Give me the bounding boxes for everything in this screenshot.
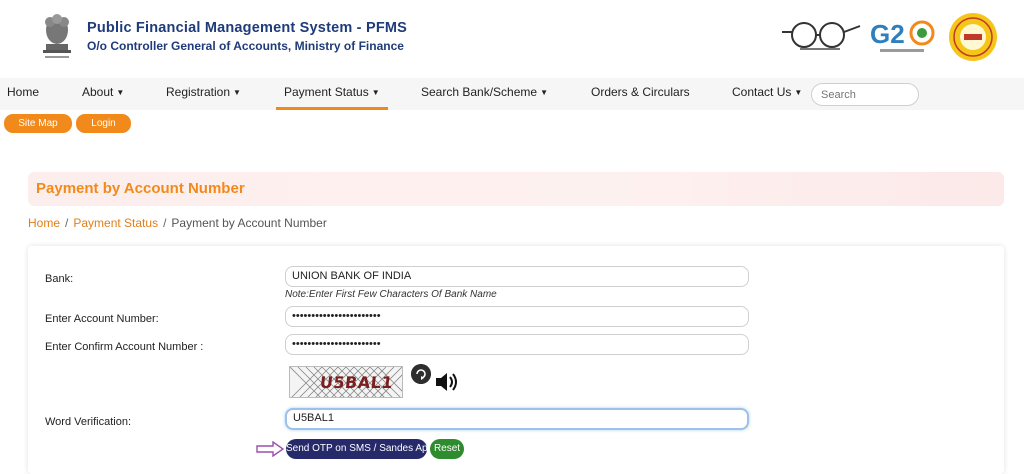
breadcrumb: Home / Payment Status / Payment by Account N… (28, 216, 327, 230)
nav-contact-us-label: Contact Us (732, 85, 792, 99)
bank-note: Note:Enter First Few Characters Of Bank … (285, 289, 497, 300)
account-number-label: Enter Account Number: (45, 313, 159, 325)
site-map-button[interactable]: Site Map (4, 114, 72, 133)
site-title: Public Financial Management System - PFM… (87, 20, 408, 36)
breadcrumb-home[interactable]: Home (28, 216, 60, 230)
arrow-right-icon (256, 441, 284, 457)
caret-down-icon: ▼ (233, 88, 241, 97)
captcha-image: U5BAL1 (289, 366, 403, 398)
breadcrumb-payment-status[interactable]: Payment Status (73, 216, 158, 230)
account-number-input[interactable]: ••••••••••••••••••••••• (285, 306, 749, 327)
confirm-account-number-input[interactable]: ••••••••••••••••••••••• (285, 334, 749, 355)
nav-about[interactable]: About ▼ (82, 85, 124, 99)
site-header: Public Financial Management System - PFM… (0, 0, 1024, 78)
g20-logo: G2 (870, 19, 935, 52)
caret-down-icon: ▼ (371, 88, 380, 97)
nav-orders-circulars-label: Orders & Circulars (591, 85, 690, 99)
page-title: Payment by Account Number (36, 180, 245, 197)
search-input[interactable] (811, 83, 919, 106)
reset-button[interactable]: Reset (430, 439, 464, 459)
nav-orders-circulars[interactable]: Orders & Circulars (591, 85, 690, 99)
nav-search-bank-scheme-label: Search Bank/Scheme (421, 85, 538, 99)
caret-down-icon: ▼ (794, 88, 803, 97)
nav-registration[interactable]: Registration ▼ (166, 85, 241, 99)
refresh-captcha-icon[interactable] (411, 364, 431, 384)
nav-home-label: Home (7, 85, 40, 99)
nav-payment-status-label: Payment Status (284, 85, 369, 99)
confirm-account-number-label: Enter Confirm Account Number : (45, 341, 204, 353)
caret-down-icon: ▼ (116, 88, 125, 97)
word-verification-input[interactable]: U5BAL1 (285, 408, 749, 430)
nav-search-bank-scheme[interactable]: Search Bank/Scheme ▼ (421, 85, 548, 99)
caret-down-icon: ▼ (540, 88, 548, 97)
speaker-icon[interactable] (434, 371, 460, 393)
emblem-icon (43, 14, 71, 58)
svg-text:G2: G2 (870, 19, 905, 49)
page-title-band: Payment by Account Number (28, 172, 1004, 206)
breadcrumb-separator: / (163, 216, 167, 230)
send-otp-button[interactable]: Send OTP on SMS / Sandes App (286, 439, 433, 459)
word-verification-label: Word Verification: (45, 416, 132, 428)
nav-payment-status[interactable]: Payment Status ▼ (276, 85, 388, 110)
nav-home[interactable]: Home (7, 85, 39, 99)
nav-registration-label: Registration (166, 85, 231, 99)
nav-about-label: About (82, 85, 114, 99)
nav-contact-us[interactable]: Contact Us ▼ (732, 85, 802, 99)
breadcrumb-separator: / (65, 216, 69, 230)
captcha-text: U5BAL1 (319, 373, 395, 392)
swachh-bharat-logo (782, 22, 861, 50)
breadcrumb-current: Payment by Account Number (171, 216, 327, 230)
pfms-logo (949, 13, 997, 61)
login-button[interactable]: Login (76, 114, 131, 133)
bank-label: Bank: (45, 273, 74, 285)
site-subtitle: O/o Controller General of Accounts, Mini… (87, 39, 404, 53)
bank-input[interactable]: UNION BANK OF INDIA (285, 266, 749, 287)
